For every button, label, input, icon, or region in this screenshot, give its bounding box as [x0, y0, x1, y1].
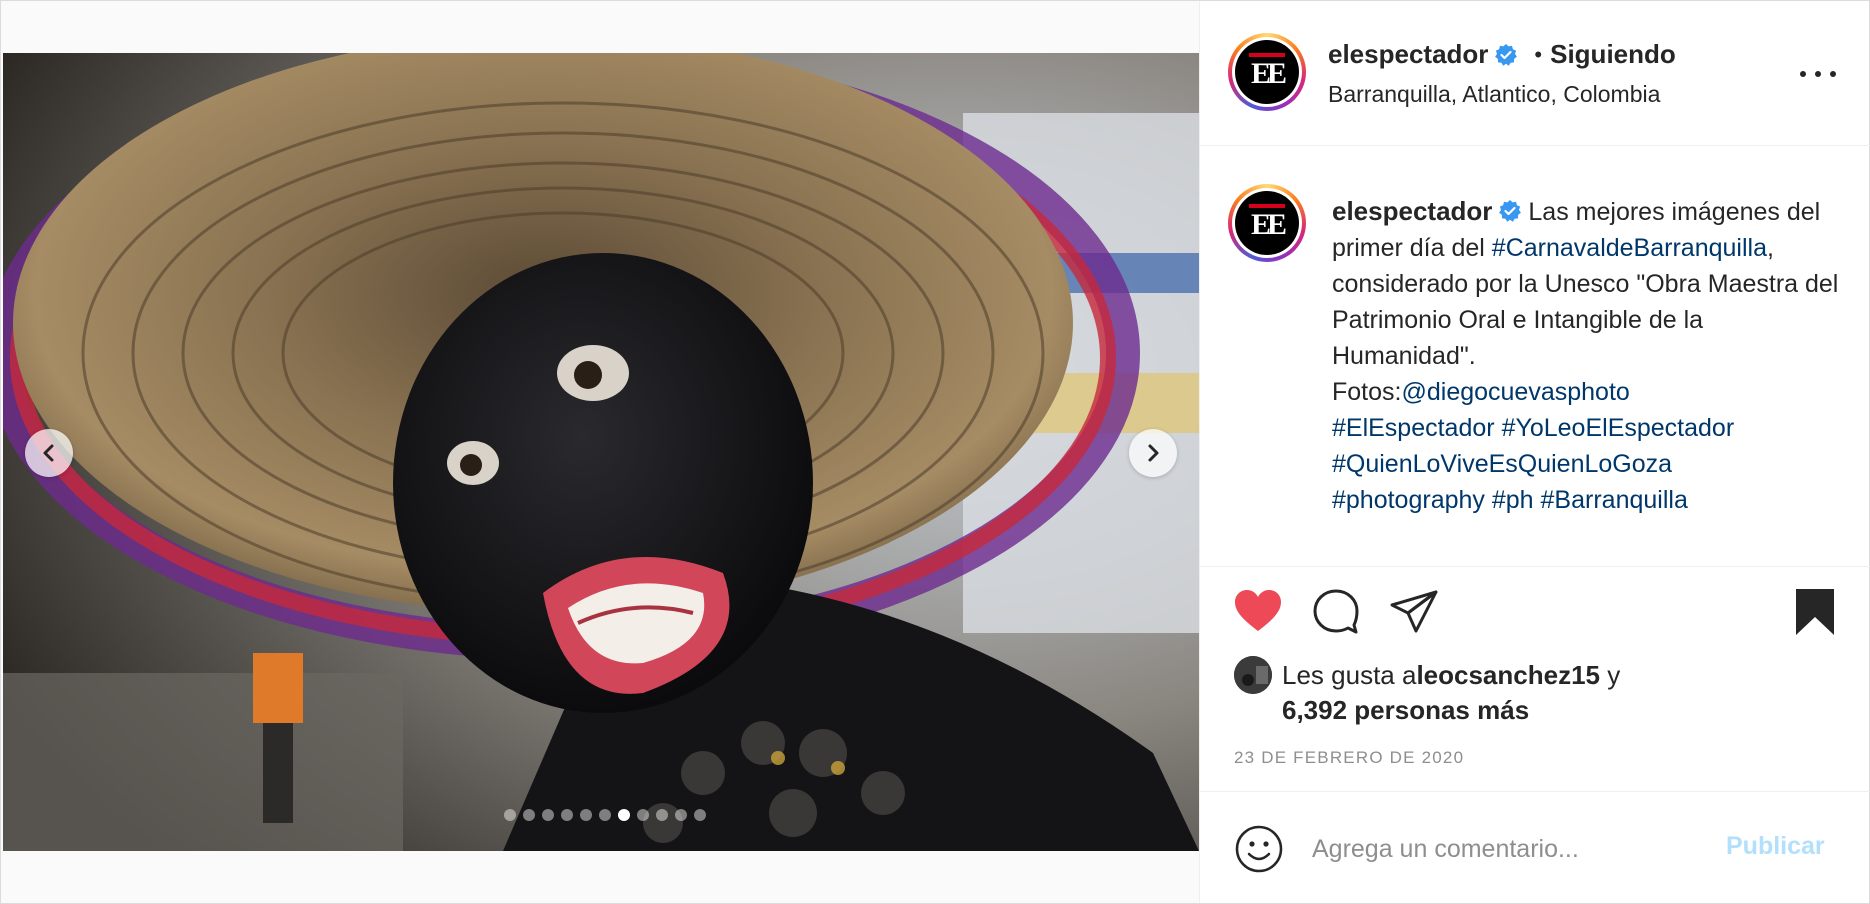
previous-photo-button[interactable]	[25, 429, 73, 477]
more-options-button[interactable]	[1800, 59, 1836, 89]
share-button[interactable]	[1388, 587, 1440, 640]
fotos-label: Fotos:	[1332, 378, 1402, 406]
chevron-right-icon	[1148, 444, 1159, 462]
post-dialog: EE elespectador • Siguiendo Barranquilla…	[0, 0, 1870, 904]
action-bar	[1200, 587, 1870, 647]
carousel-dot	[618, 809, 630, 821]
following-button[interactable]: Siguiendo	[1550, 39, 1676, 70]
caption-author-avatar[interactable]: EE	[1228, 184, 1306, 262]
comment-icon	[1313, 589, 1359, 634]
header-separator: •	[1534, 41, 1543, 67]
heart-filled-icon	[1235, 590, 1281, 631]
share-icon	[1390, 590, 1438, 633]
hashtag-link[interactable]: #Barranquilla	[1541, 486, 1688, 514]
photo-illustration	[3, 53, 1199, 851]
verified-icon	[1499, 200, 1522, 222]
carousel-dot	[561, 809, 573, 821]
chevron-left-icon	[43, 444, 54, 462]
hashtag-link[interactable]: #ElEspectador	[1332, 414, 1495, 442]
carousel-dot	[542, 809, 554, 821]
carousel-indicator	[504, 809, 706, 821]
avatar-logo-text: EE	[1250, 57, 1287, 90]
likes-summary: Les gusta a leocsanchez15 y 6,392 person…	[1234, 656, 1854, 726]
like-button[interactable]	[1232, 587, 1284, 640]
post-header: EE elespectador • Siguiendo Barranquilla…	[1200, 1, 1870, 146]
caption-avatar-logo-text: EE	[1250, 208, 1287, 241]
carousel-dot	[637, 809, 649, 821]
post-photo[interactable]	[3, 53, 1199, 851]
emoji-button[interactable]	[1234, 824, 1284, 879]
hashtag-link[interactable]: #photography	[1332, 486, 1485, 514]
next-photo-button[interactable]	[1129, 429, 1177, 477]
post-location[interactable]: Barranquilla, Atlantico, Colombia	[1328, 81, 1660, 108]
liker-username[interactable]: leocsanchez15	[1416, 660, 1600, 691]
publish-button[interactable]: Publicar	[1726, 832, 1825, 861]
author-username[interactable]: elespectador	[1328, 39, 1488, 70]
comment-input[interactable]	[1310, 826, 1714, 872]
carousel-dot	[504, 809, 516, 821]
media-column	[1, 1, 1200, 903]
likes-conjunction: y	[1600, 659, 1621, 690]
carousel-dot	[580, 809, 592, 821]
verified-icon	[1495, 43, 1518, 66]
hashtag-link[interactable]: #QuienLoViveEsQuienLoGoza	[1332, 450, 1672, 478]
caption-section: EE elespectador Las mejores imágenes del…	[1200, 146, 1870, 567]
hashtag-carnaval[interactable]: #CarnavaldeBarranquilla	[1492, 234, 1767, 262]
carousel-dot	[599, 809, 611, 821]
carousel-dot	[523, 809, 535, 821]
caption-text: elespectador Las mejores imágenes del pr…	[1332, 193, 1852, 518]
emoji-icon	[1235, 825, 1283, 873]
caption-username[interactable]: elespectador	[1332, 196, 1492, 226]
comment-form: Publicar	[1200, 791, 1870, 904]
post-date[interactable]: 23 DE FEBRERO DE 2020	[1234, 748, 1464, 768]
hashtag-link[interactable]: #YoLeoElEspectador	[1502, 414, 1735, 442]
author-avatar[interactable]: EE	[1228, 33, 1306, 111]
carousel-dot	[675, 809, 687, 821]
carousel-dot	[656, 809, 668, 821]
hashtag-link[interactable]: #ph	[1492, 486, 1534, 514]
comment-button[interactable]	[1310, 587, 1362, 640]
bookmark-filled-icon	[1796, 589, 1834, 635]
photographer-mention[interactable]: @diegocuevasphoto	[1401, 378, 1629, 406]
liker-avatar[interactable]	[1234, 656, 1272, 694]
carousel-dot	[694, 809, 706, 821]
likes-count-link[interactable]: 6,392 personas más	[1234, 695, 1854, 726]
likes-prefix: Les gusta a	[1282, 659, 1417, 690]
save-button[interactable]	[1792, 587, 1838, 642]
more-icon	[1800, 71, 1806, 77]
post-sidebar: EE elespectador • Siguiendo Barranquilla…	[1200, 1, 1870, 903]
